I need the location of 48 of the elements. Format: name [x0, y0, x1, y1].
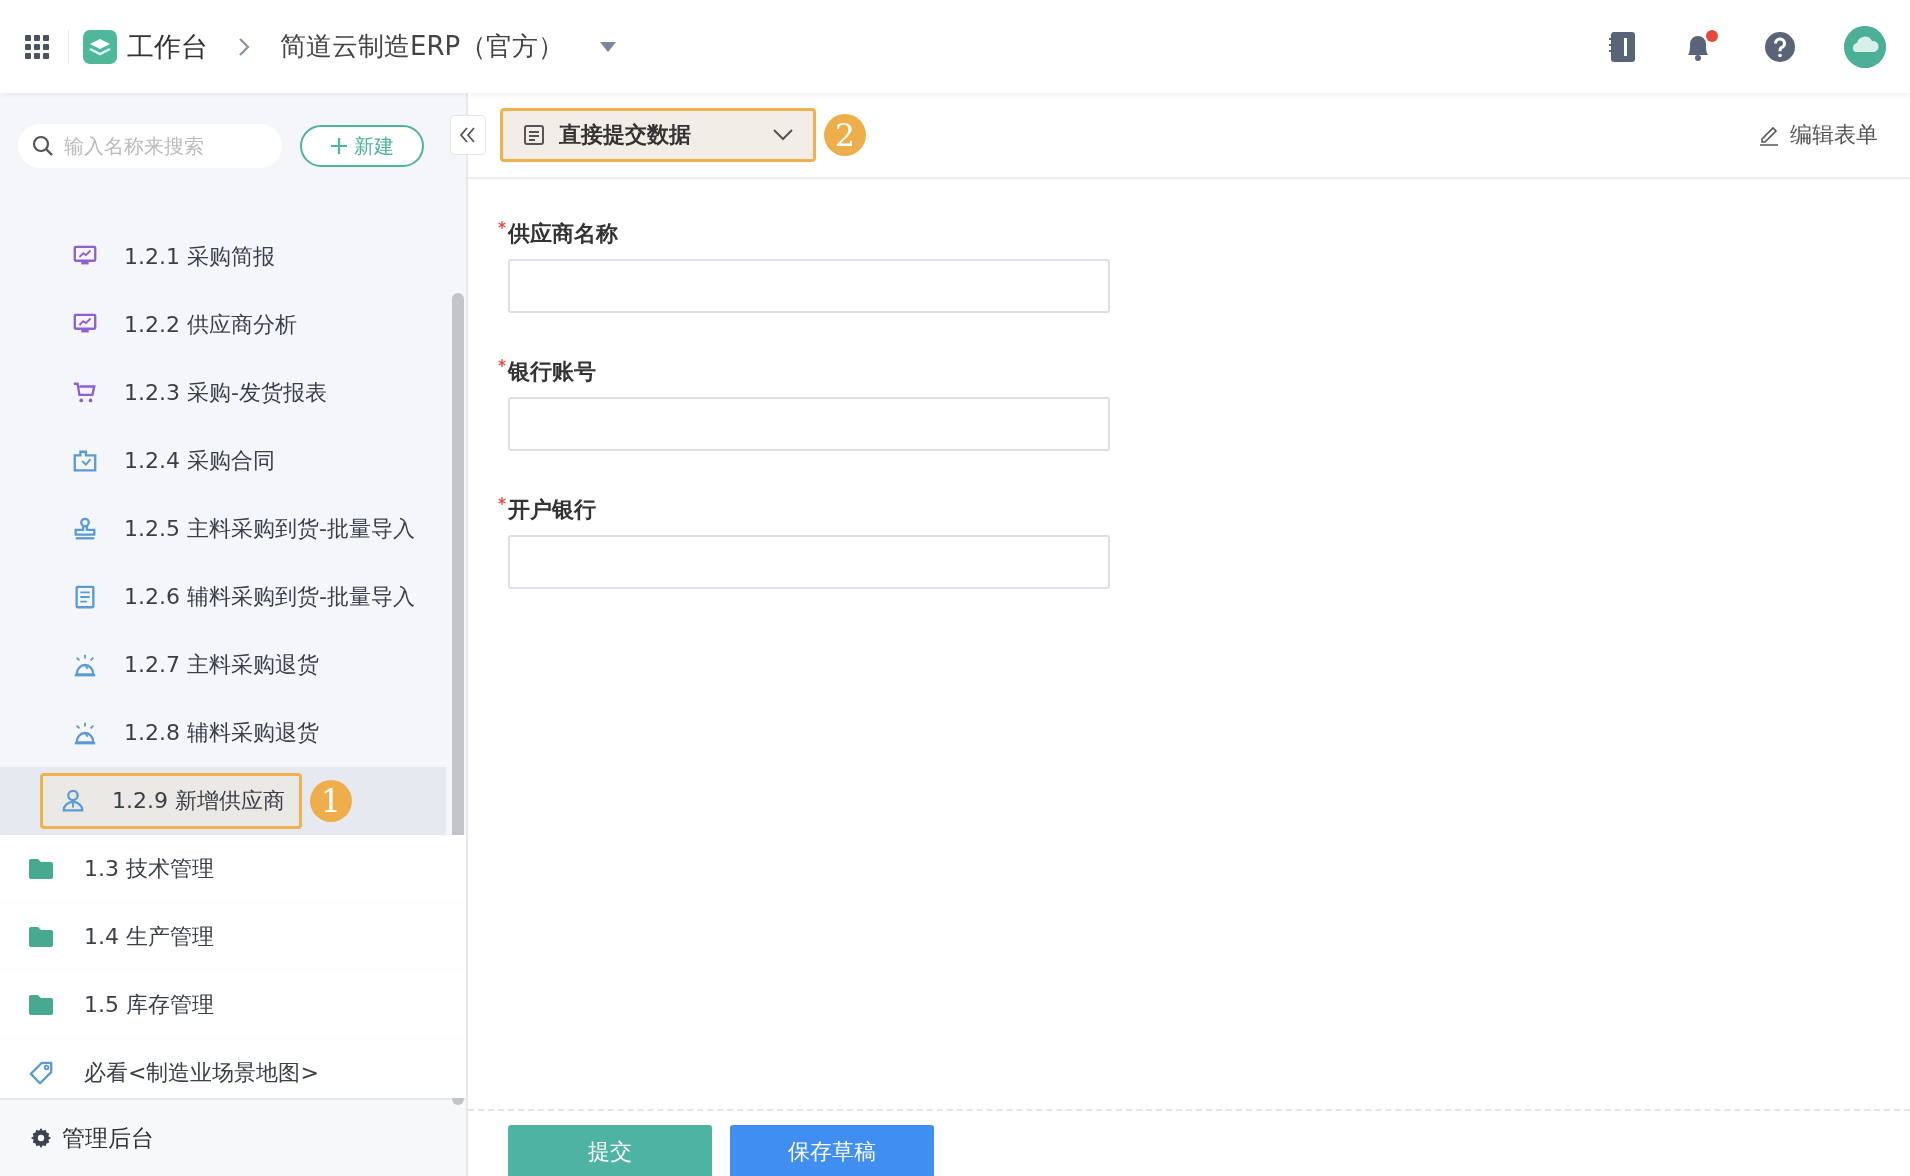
help-icon[interactable]: [1764, 30, 1796, 63]
search-icon: [32, 135, 54, 157]
input-field[interactable]: [508, 535, 1110, 589]
sidebar-item[interactable]: 1.2.3 采购-发货报表: [60, 365, 339, 421]
alarm-bell-icon: [72, 720, 98, 746]
folder-icon: [28, 994, 54, 1016]
gear-icon: [30, 1127, 52, 1149]
folder-check-icon: [72, 448, 98, 474]
breadcrumb-title[interactable]: 简道云制造ERP（官方）: [280, 29, 565, 64]
callout-badge: 1: [310, 780, 352, 822]
chevron-right-icon: [238, 36, 250, 57]
app-name[interactable]: 工作台: [127, 28, 208, 65]
admin-link[interactable]: 管理后台: [62, 1122, 154, 1154]
sidebar-item[interactable]: 1.2.1 采购简报: [60, 229, 287, 285]
edit-form-button[interactable]: 编辑表单: [1752, 119, 1884, 151]
sidebar-item[interactable]: 1.2.9 新增供应商: [40, 773, 302, 829]
sidebar-item[interactable]: 1.2.6 辅料采购到货-批量导入: [60, 569, 427, 625]
field-label: 银行账号: [508, 358, 596, 386]
input-field[interactable]: [508, 397, 1110, 451]
submit-mode-dropdown[interactable]: 直接提交数据: [500, 108, 816, 162]
chevron-down-icon: [773, 129, 793, 141]
sidebar-item[interactable]: 1.2.8 辅料采购退货: [60, 705, 331, 761]
double-chevron-left-icon: [458, 125, 478, 145]
person-icon: [60, 788, 86, 814]
alarm-bell-icon: [72, 652, 98, 678]
plus-icon: [330, 137, 348, 155]
stamp-icon: [72, 516, 98, 542]
sidebar-item[interactable]: 1.2.5 主料采购到货-批量导入: [60, 501, 427, 557]
sidebar-item[interactable]: 1.2.4 采购合同: [60, 433, 287, 489]
collapse-button[interactable]: [450, 115, 486, 155]
folder-icon: [28, 926, 54, 948]
logo-icon: [83, 29, 117, 64]
sidebar-item[interactable]: 1.2.2 供应商分析: [60, 297, 309, 353]
sidebar-item[interactable]: 1.2.7 主料采购退货: [60, 637, 331, 693]
apps-grid-icon[interactable]: [24, 33, 50, 60]
caret-down-icon[interactable]: [600, 41, 617, 52]
document-icon: [72, 584, 98, 610]
callout-badge: 2: [824, 114, 866, 156]
folder-icon: [28, 858, 54, 880]
form-icon: [523, 124, 545, 146]
pencil-icon: [1758, 124, 1780, 146]
field-label: 供应商名称: [508, 220, 618, 248]
tag-icon: [28, 1060, 54, 1086]
input-field[interactable]: [508, 259, 1110, 313]
field-label: 开户银行: [508, 496, 596, 524]
notebook-icon[interactable]: [1608, 30, 1636, 63]
avatar[interactable]: [1844, 25, 1886, 68]
search-field[interactable]: 输入名称来搜索: [18, 124, 282, 168]
